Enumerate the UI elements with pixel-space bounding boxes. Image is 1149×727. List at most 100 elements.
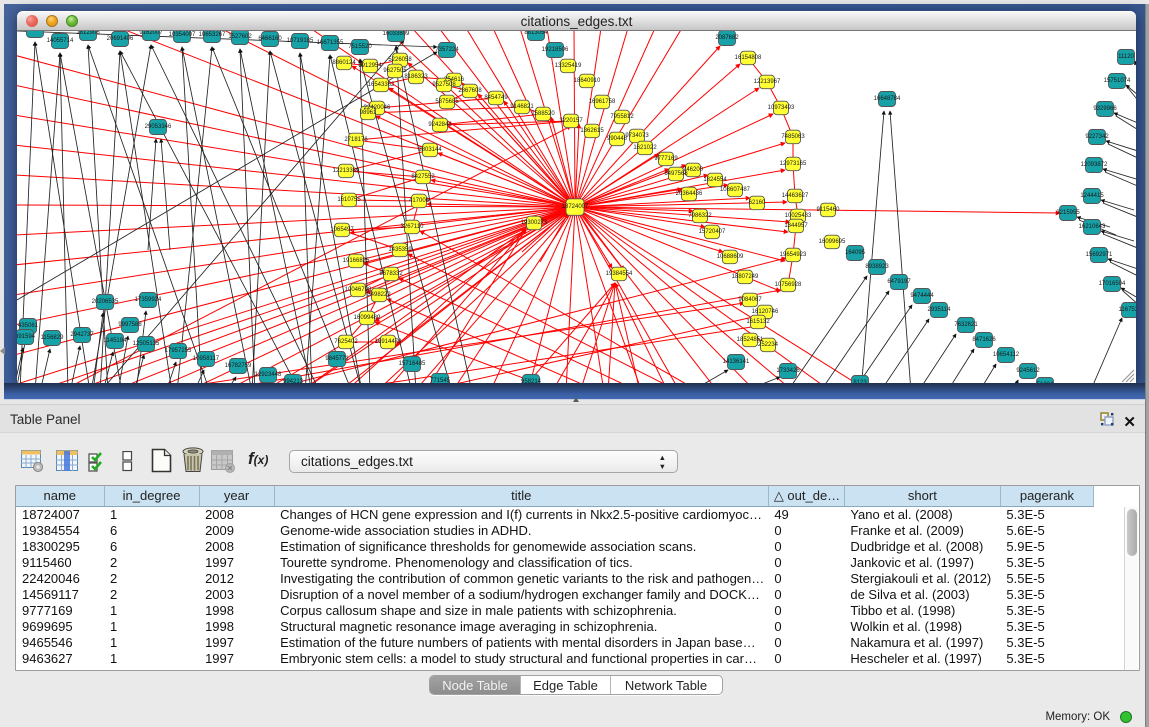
svg-text:9527508: 9527508	[432, 82, 456, 88]
svg-text:2803144: 2803144	[418, 147, 442, 153]
svg-text:9115460: 9115460	[817, 207, 841, 213]
svg-text:14136141: 14136141	[723, 359, 750, 365]
svg-text:17359924: 17359924	[135, 297, 162, 303]
svg-text:16782759: 16782759	[225, 363, 252, 369]
svg-text:9474444: 9474444	[910, 293, 934, 299]
svg-text:8186323: 8186323	[404, 74, 428, 80]
svg-text:14463627: 14463627	[782, 193, 809, 199]
svg-text:1812906: 1812906	[76, 31, 100, 36]
svg-text:7632621: 7632621	[954, 322, 978, 328]
svg-text:16099695: 16099695	[819, 239, 846, 245]
svg-text:3220157: 3220157	[559, 118, 583, 124]
svg-text:13325419: 13325419	[555, 63, 582, 69]
svg-text:9777169: 9777169	[654, 156, 678, 162]
svg-text:8123: 8123	[853, 380, 867, 383]
svg-text:98961: 98961	[360, 110, 377, 116]
svg-text:15720407: 15720407	[699, 229, 726, 235]
svg-text:9734073: 9734073	[625, 133, 649, 139]
svg-text:6466160: 6466160	[258, 36, 282, 42]
svg-text:17016504: 17016504	[1099, 281, 1126, 287]
svg-text:15751074: 15751074	[1104, 78, 1131, 84]
svg-text:8454749: 8454749	[484, 95, 508, 101]
svg-text:1145194: 1145194	[104, 338, 128, 344]
svg-text:1167534: 1167534	[1119, 307, 1136, 313]
svg-text:1615132: 1615132	[746, 319, 770, 325]
svg-text:1405571: 1405571	[23, 31, 47, 33]
svg-text:9245612: 9245612	[1016, 368, 1040, 374]
svg-text:1588520: 1588520	[531, 111, 555, 117]
svg-text:5226058: 5226058	[388, 57, 412, 63]
svg-text:12093872: 12093872	[1081, 162, 1108, 168]
svg-text:2867608: 2867608	[458, 88, 482, 94]
svg-text:10025433: 10025433	[785, 213, 812, 219]
svg-text:20691406: 20691406	[107, 36, 134, 42]
svg-text:20364436: 20364436	[676, 191, 703, 197]
svg-text:18807249: 18807249	[732, 274, 759, 280]
svg-text:108607487: 108607487	[720, 187, 751, 193]
svg-text:17957255: 17957255	[165, 348, 192, 354]
svg-text:9084067: 9084067	[738, 297, 762, 303]
svg-text:16033809: 16033809	[383, 31, 410, 37]
svg-text:7625402: 7625402	[334, 339, 358, 345]
svg-text:18640910: 18640910	[574, 78, 601, 84]
svg-text:8912954: 8912954	[358, 63, 382, 69]
svg-text:8471626: 8471626	[972, 337, 996, 343]
svg-text:3267110: 3267110	[401, 224, 425, 230]
svg-text:12973165: 12973165	[780, 161, 807, 167]
svg-text:16120746: 16120746	[752, 309, 779, 315]
svg-text:10653267: 10653267	[199, 32, 226, 38]
svg-text:1244415: 1244415	[1080, 193, 1104, 199]
svg-text:9146821: 9146821	[510, 104, 534, 110]
svg-text:1621022: 1621022	[633, 145, 657, 151]
svg-text:10973493: 10973493	[768, 105, 795, 111]
svg-text:19654923: 19654923	[780, 252, 807, 258]
svg-text:15716485: 15716485	[399, 361, 426, 367]
svg-text:9329966: 9329966	[1093, 106, 1117, 112]
svg-text:10756928: 10756928	[775, 282, 802, 288]
svg-text:3215955: 3215955	[1056, 210, 1080, 216]
svg-text:10354007: 10354007	[169, 32, 196, 38]
svg-text:771545: 771545	[430, 378, 451, 383]
svg-text:16914479: 16914479	[375, 339, 402, 345]
svg-text:12505135: 12505135	[133, 341, 160, 347]
svg-text:11120: 11120	[1118, 54, 1134, 60]
svg-text:7515520: 7515520	[348, 44, 372, 50]
svg-text:958214: 958214	[521, 379, 542, 383]
svg-text:5875685: 5875685	[435, 99, 459, 105]
svg-text:14055714: 14055714	[47, 38, 74, 44]
svg-text:1065497: 1065497	[330, 227, 354, 233]
svg-text:7986322: 7986322	[688, 213, 712, 219]
svg-text:8813054: 8813054	[524, 31, 548, 36]
svg-text:16210643: 16210643	[1079, 224, 1106, 230]
svg-text:8938923: 8938923	[865, 264, 889, 270]
svg-text:19218506: 19218506	[542, 47, 569, 53]
svg-text:51224: 51224	[1037, 382, 1054, 383]
svg-text:20206535: 20206535	[92, 299, 119, 305]
svg-text:746200: 746200	[683, 167, 704, 173]
svg-text:19384554: 19384554	[606, 271, 633, 277]
svg-text:1156829: 1156829	[41, 335, 65, 341]
svg-text:1344957: 1344957	[784, 223, 808, 229]
svg-text:8678332: 8678332	[379, 271, 403, 277]
svg-text:16099489: 16099489	[354, 315, 381, 321]
svg-text:16154808: 16154808	[735, 55, 762, 61]
svg-text:2087682: 2087682	[715, 35, 739, 41]
svg-text:1435359: 1435359	[388, 247, 412, 253]
svg-text:1733426: 1733426	[776, 368, 800, 374]
svg-text:16671355: 16671355	[317, 40, 344, 46]
svg-text:8427552: 8427552	[411, 174, 435, 180]
svg-text:10958117: 10958117	[193, 356, 220, 362]
svg-text:19166825: 19166825	[343, 258, 370, 264]
svg-text:252234: 252234	[758, 342, 779, 348]
svg-text:2942737: 2942737	[70, 332, 94, 338]
svg-text:9242848: 9242848	[428, 122, 452, 128]
svg-text:1362615: 1362615	[580, 128, 604, 134]
svg-text:417006: 417006	[409, 198, 430, 204]
svg-text:6479197: 6479197	[887, 279, 911, 285]
svg-text:164095: 164095	[845, 250, 866, 256]
svg-text:10654112: 10654112	[993, 352, 1020, 358]
svg-text:435061: 435061	[18, 323, 39, 329]
svg-text:3498222: 3498222	[367, 292, 391, 298]
svg-text:16961758: 16961758	[589, 99, 616, 105]
svg-text:2935114: 2935114	[928, 307, 952, 313]
